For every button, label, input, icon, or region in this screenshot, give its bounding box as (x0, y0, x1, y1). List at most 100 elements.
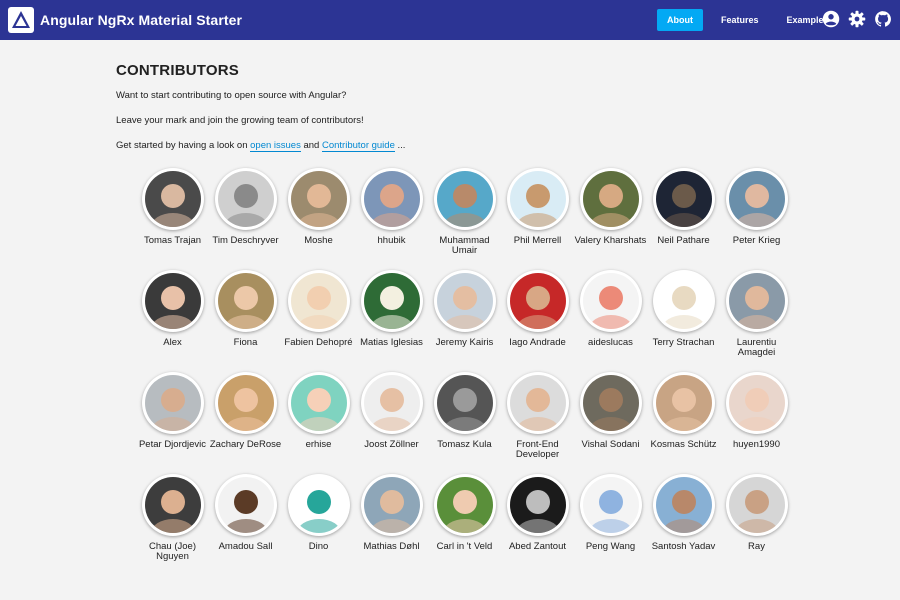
contributor-card[interactable]: Matias Iglesias (355, 270, 428, 372)
contributor-avatar[interactable] (725, 270, 788, 332)
contributor-name[interactable]: Fiona (209, 338, 282, 348)
contributor-card[interactable]: Vishal Sodani (574, 372, 647, 474)
contributor-avatar[interactable] (214, 372, 277, 434)
contributor-card[interactable]: Abed Zantout (501, 474, 574, 576)
contributor-avatar[interactable] (214, 270, 277, 332)
contributor-avatar[interactable] (506, 474, 569, 536)
contributor-name[interactable]: Front-End Developer (501, 440, 574, 460)
contributor-name[interactable]: Jeremy Kairis (428, 338, 501, 348)
contributor-avatar[interactable] (433, 270, 496, 332)
contributor-card[interactable]: Dino (282, 474, 355, 576)
contributor-card[interactable]: aideslucas (574, 270, 647, 372)
contributor-card[interactable]: Tomas Trajan (136, 168, 209, 270)
contributor-name[interactable]: huyen1990 (720, 440, 793, 450)
contributor-name[interactable]: aideslucas (574, 338, 647, 348)
contributor-name[interactable]: Santosh Yadav (647, 542, 720, 552)
contributor-avatar[interactable] (287, 474, 350, 536)
contributor-card[interactable]: Petar Djordjevic (136, 372, 209, 474)
contributor-avatar[interactable] (214, 474, 277, 536)
contributor-card[interactable]: erhise (282, 372, 355, 474)
contributor-card[interactable]: Ray (720, 474, 793, 576)
contributor-card[interactable]: Muhammad Umair (428, 168, 501, 270)
contributor-card[interactable]: huyen1990 (720, 372, 793, 474)
contributor-name[interactable]: Alex (136, 338, 209, 348)
contributor-avatar[interactable] (579, 168, 642, 230)
contributor-card[interactable]: Laurentiu Amagdei (720, 270, 793, 372)
contributor-name[interactable]: Zachary DeRose (209, 440, 282, 450)
contributor-name[interactable]: Valery Kharshats (574, 236, 647, 246)
contributor-card[interactable]: Tim Deschryver (209, 168, 282, 270)
contributor-avatar[interactable] (725, 372, 788, 434)
contributor-card[interactable]: Jeremy Kairis (428, 270, 501, 372)
contributor-card[interactable]: Phil Merrell (501, 168, 574, 270)
contributor-avatar[interactable] (141, 372, 204, 434)
contributor-name[interactable]: hhubik (355, 236, 428, 246)
contributor-avatar[interactable] (579, 474, 642, 536)
contributor-avatar[interactable] (360, 270, 423, 332)
contributor-avatar[interactable] (287, 372, 350, 434)
contributor-card[interactable]: Terry Strachan (647, 270, 720, 372)
contributor-avatar[interactable] (433, 474, 496, 536)
contributor-name[interactable]: Joost Zöllner (355, 440, 428, 450)
contributor-avatar[interactable] (579, 372, 642, 434)
contributor-guide-link[interactable]: Contributor guide (321, 140, 395, 152)
contributor-avatar[interactable] (141, 168, 204, 230)
nav-features-button[interactable]: Features (711, 9, 769, 31)
account-circle-icon[interactable] (822, 10, 840, 28)
contributor-avatar[interactable] (506, 168, 569, 230)
contributor-name[interactable]: Abed Zantout (501, 542, 574, 552)
contributor-card[interactable]: Peter Krieg (720, 168, 793, 270)
contributor-card[interactable]: Iago Andrade (501, 270, 574, 372)
contributor-name[interactable]: Matias Iglesias (355, 338, 428, 348)
contributor-name[interactable]: erhise (282, 440, 355, 450)
contributor-name[interactable]: Carl in 't Veld (428, 542, 501, 552)
contributor-card[interactable]: Amadou Sall (209, 474, 282, 576)
contributor-card[interactable]: Front-End Developer (501, 372, 574, 474)
contributor-card[interactable]: Valery Kharshats (574, 168, 647, 270)
contributor-name[interactable]: Moshe (282, 236, 355, 246)
contributor-name[interactable]: Ray (720, 542, 793, 552)
contributor-name[interactable]: Muhammad Umair (428, 236, 501, 256)
contributor-avatar[interactable] (287, 168, 350, 230)
contributor-card[interactable]: Neil Pathare (647, 168, 720, 270)
contributor-avatar[interactable] (141, 270, 204, 332)
contributor-name[interactable]: Vishal Sodani (574, 440, 647, 450)
contributor-name[interactable]: Terry Strachan (647, 338, 720, 348)
contributor-name[interactable]: Kosmas Schütz (647, 440, 720, 450)
contributor-card[interactable]: Fiona (209, 270, 282, 372)
contributor-avatar[interactable] (360, 474, 423, 536)
contributor-name[interactable]: Neil Pathare (647, 236, 720, 246)
brand[interactable]: Angular NgRx Material Starter (8, 7, 242, 33)
contributor-name[interactable]: Amadou Sall (209, 542, 282, 552)
contributor-name[interactable]: Iago Andrade (501, 338, 574, 348)
contributor-card[interactable]: Fabien Dehopré (282, 270, 355, 372)
contributor-name[interactable]: Tomasz Kula (428, 440, 501, 450)
contributor-card[interactable]: Chau (Joe) Nguyen (136, 474, 209, 576)
contributor-card[interactable]: Santosh Yadav (647, 474, 720, 576)
contributor-name[interactable]: Tomas Trajan (136, 236, 209, 246)
contributor-name[interactable]: Phil Merrell (501, 236, 574, 246)
contributor-name[interactable]: Laurentiu Amagdei (720, 338, 793, 358)
open-issues-link[interactable]: open issues (250, 140, 301, 152)
contributor-card[interactable]: Zachary DeRose (209, 372, 282, 474)
github-icon[interactable] (874, 10, 892, 28)
contributor-name[interactable]: Chau (Joe) Nguyen (136, 542, 209, 562)
contributor-name[interactable]: Mathias Døhl (355, 542, 428, 552)
contributor-card[interactable]: Joost Zöllner (355, 372, 428, 474)
contributor-avatar[interactable] (652, 372, 715, 434)
contributor-avatar[interactable] (652, 168, 715, 230)
contributor-card[interactable]: Tomasz Kula (428, 372, 501, 474)
contributor-name[interactable]: Fabien Dehopré (282, 338, 355, 348)
contributor-avatar[interactable] (141, 474, 204, 536)
contributor-card[interactable]: Carl in 't Veld (428, 474, 501, 576)
contributor-avatar[interactable] (433, 372, 496, 434)
contributor-name[interactable]: Petar Djordjevic (136, 440, 209, 450)
contributor-avatar[interactable] (506, 372, 569, 434)
contributor-avatar[interactable] (506, 270, 569, 332)
contributor-card[interactable]: Moshe (282, 168, 355, 270)
contributor-avatar[interactable] (433, 168, 496, 230)
contributor-card[interactable]: Peng Wang (574, 474, 647, 576)
contributor-avatar[interactable] (725, 474, 788, 536)
contributor-name[interactable]: Peng Wang (574, 542, 647, 552)
contributor-avatar[interactable] (652, 474, 715, 536)
